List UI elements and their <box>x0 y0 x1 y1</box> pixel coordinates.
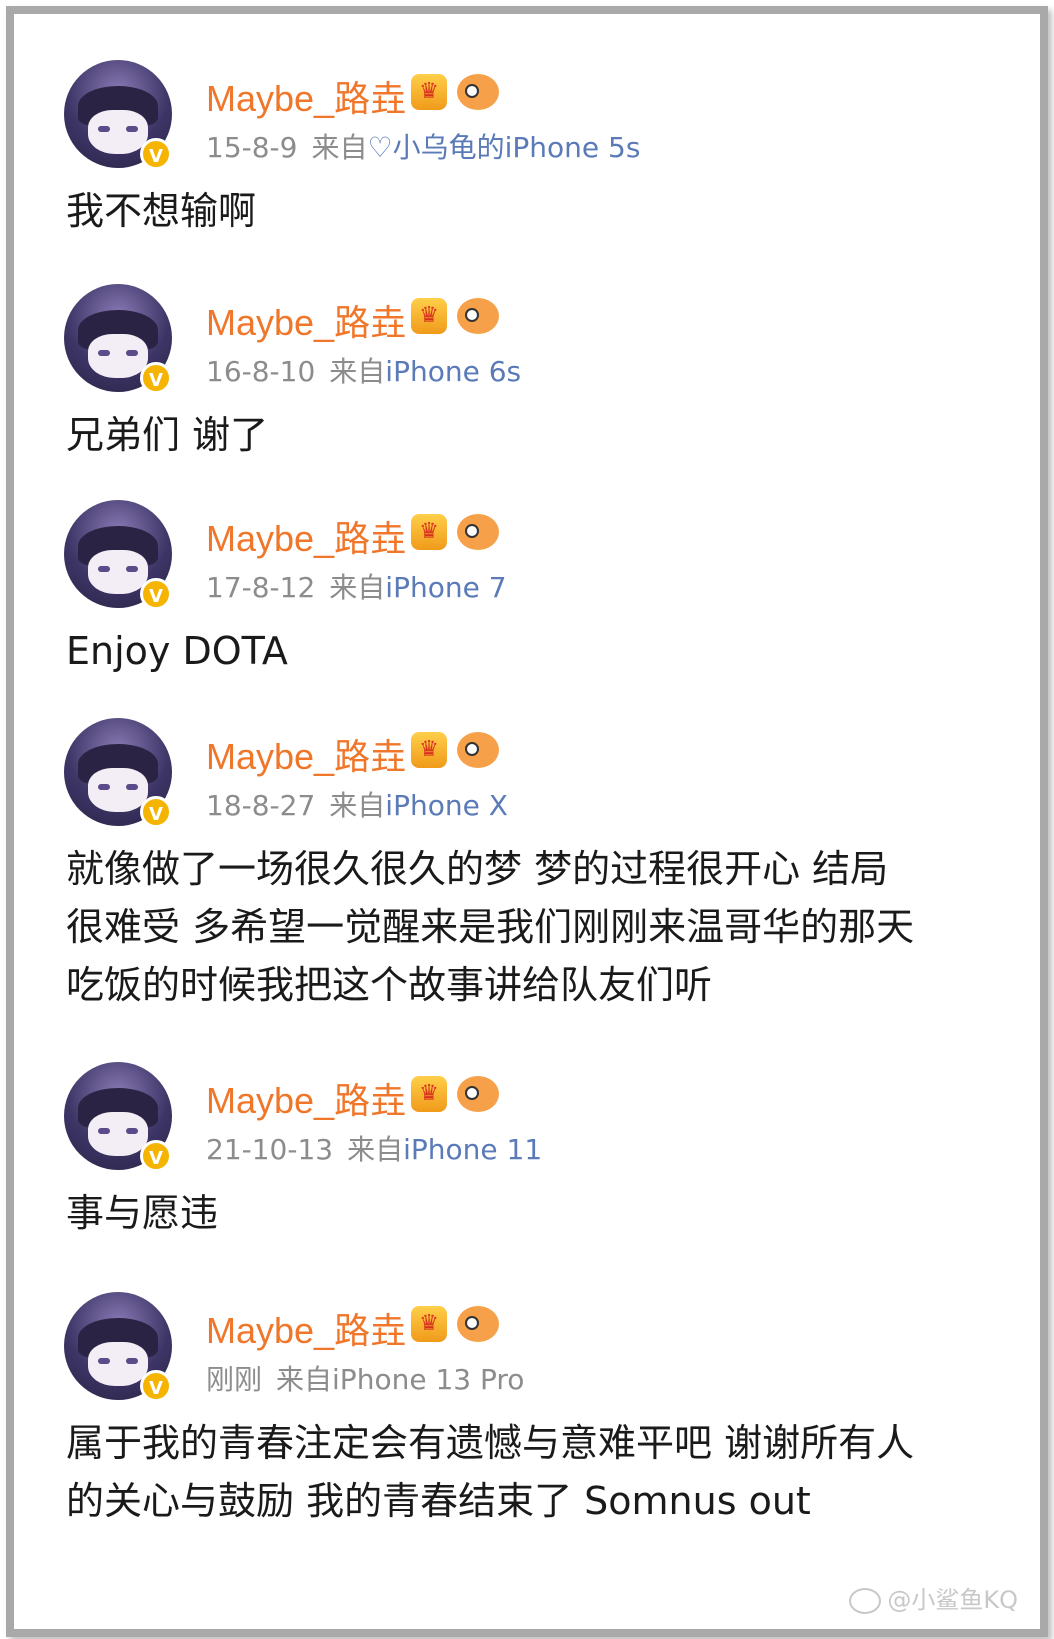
username[interactable]: Maybe_路垚 <box>206 1302 406 1354</box>
post-text-line: 就像做了一场很久很久的梦 梦的过程很开心 结局 <box>66 847 889 891</box>
watermark-text: @小鲨鱼KQ <box>887 1586 1018 1614</box>
verified-badge: V <box>140 1370 172 1402</box>
crown-badge-icon: ♛ <box>411 514 447 550</box>
post-meta: 21-10-13 来自iPhone 11 <box>206 1128 542 1168</box>
from-label: 来自 <box>347 1133 404 1166</box>
from-label: 来自 <box>329 355 386 388</box>
device-link[interactable]: iPhone 7 <box>385 571 506 604</box>
post: V Maybe_路垚 ♛ 刚刚 来自iPhone 13 Pro 属于我的青春注定会… <box>56 1286 1016 1530</box>
verified-badge: V <box>140 796 172 828</box>
post-meta: 17-8-12 来自iPhone 7 <box>206 566 507 606</box>
verified-badge: V <box>140 362 172 394</box>
weibo-logo-icon <box>849 1588 882 1614</box>
post-text: 事与愿违 <box>66 1191 219 1235</box>
crown-badge-icon: ♛ <box>411 1076 447 1112</box>
post-text: 兄弟们 谢了 <box>66 413 269 457</box>
fish-badge-icon <box>457 1306 499 1342</box>
post-date: 15-8-9 <box>206 131 298 164</box>
post-date: 16-8-10 <box>206 355 316 388</box>
fish-badge-icon <box>457 298 499 334</box>
post-date: 17-8-12 <box>206 571 316 604</box>
crown-badge-icon: ♛ <box>411 732 447 768</box>
fish-badge-icon <box>457 514 499 550</box>
post-date: 刚刚 <box>206 1363 263 1396</box>
device-link[interactable]: ♡小乌龟的iPhone 5s <box>367 131 640 164</box>
post-text-line: 很难受 多希望一觉醒来是我们刚刚来温哥华的那天 <box>66 905 915 949</box>
device-link[interactable]: iPhone 6s <box>385 355 521 388</box>
username[interactable]: Maybe_路垚 <box>206 294 406 346</box>
post-meta: 15-8-9 来自♡小乌龟的iPhone 5s <box>206 126 640 166</box>
watermark: @小鲨鱼KQ <box>849 1580 1018 1615</box>
crown-badge-icon: ♛ <box>411 298 447 334</box>
post-text: 属于我的青春注定会有遗憾与意难平吧 谢谢所有人 的关心与鼓励 我的青春结束了 S… <box>56 1414 996 1530</box>
verified-badge: V <box>140 1140 172 1172</box>
screenshot-frame: V Maybe_路垚 ♛ 15-8-9 来自♡小乌龟的iPhone 5s 我不想输… <box>6 6 1048 1637</box>
fish-badge-icon <box>457 732 499 768</box>
username[interactable]: Maybe_路垚 <box>206 1072 406 1124</box>
username[interactable]: Maybe_路垚 <box>206 70 406 122</box>
device-link[interactable]: iPhone X <box>385 789 508 822</box>
post-text-line: 吃饭的时候我把这个故事讲给队友们听 <box>66 963 713 1007</box>
fish-badge-icon <box>457 74 499 110</box>
username[interactable]: Maybe_路垚 <box>206 728 406 780</box>
post-text: 就像做了一场很久很久的梦 梦的过程很开心 结局 很难受 多希望一觉醒来是我们刚刚… <box>56 840 996 1014</box>
post: V Maybe_路垚 ♛ 15-8-9 来自♡小乌龟的iPhone 5s 我不想输… <box>56 54 1016 240</box>
post-meta: 16-8-10 来自iPhone 6s <box>206 350 521 390</box>
post-date: 21-10-13 <box>206 1133 334 1166</box>
verified-badge: V <box>140 138 172 170</box>
from-label: 来自 <box>311 131 368 164</box>
post: V Maybe_路垚 ♛ 16-8-10 来自iPhone 6s 兄弟们 谢了 <box>56 278 1016 464</box>
device-link[interactable]: iPhone 11 <box>403 1133 542 1166</box>
post-text-line: 属于我的青春注定会有遗憾与意难平吧 谢谢所有人 <box>66 1421 915 1465</box>
post-text: Enjoy DOTA <box>66 629 288 673</box>
fish-badge-icon <box>457 1076 499 1112</box>
from-label: 来自 <box>276 1363 333 1396</box>
from-label: 来自 <box>329 571 386 604</box>
post: V Maybe_路垚 ♛ 18-8-27 来自iPhone X 就像做了一场很久很… <box>56 712 1016 1014</box>
post-meta: 18-8-27 来自iPhone X <box>206 784 508 824</box>
post-meta: 刚刚 来自iPhone 13 Pro <box>206 1358 524 1398</box>
device-link[interactable]: iPhone 13 Pro <box>332 1363 524 1396</box>
from-label: 来自 <box>329 789 386 822</box>
post-date: 18-8-27 <box>206 789 316 822</box>
verified-badge: V <box>140 578 172 610</box>
post-text-line: 的关心与鼓励 我的青春结束了 Somnus out <box>66 1479 811 1523</box>
crown-badge-icon: ♛ <box>411 1306 447 1342</box>
post: V Maybe_路垚 ♛ 21-10-13 来自iPhone 11 事与愿违 <box>56 1056 1016 1242</box>
username[interactable]: Maybe_路垚 <box>206 510 406 562</box>
post-text: 我不想输啊 <box>66 189 257 233</box>
post: V Maybe_路垚 ♛ 17-8-12 来自iPhone 7 Enjoy DOT… <box>56 494 1016 680</box>
crown-badge-icon: ♛ <box>411 74 447 110</box>
